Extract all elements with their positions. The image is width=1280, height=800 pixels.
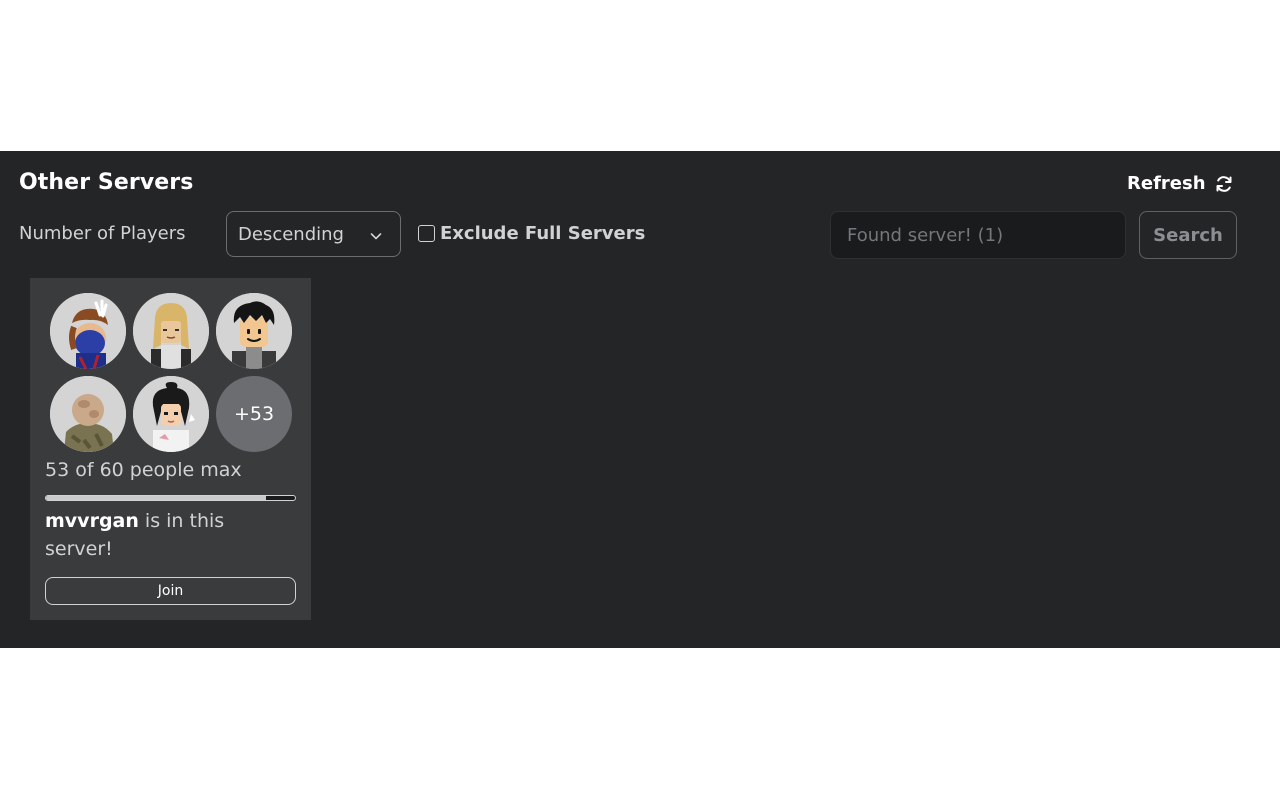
sort-order-value: Descending: [238, 223, 344, 245]
player-avatar-1[interactable]: [50, 293, 126, 369]
sort-order-dropdown[interactable]: Descending: [226, 211, 401, 257]
server-capacity-bar: [45, 495, 296, 501]
refresh-icon: [1214, 174, 1234, 194]
server-search-input[interactable]: Found server! (1): [830, 211, 1126, 259]
more-players-badge: +53: [216, 376, 292, 452]
friend-in-server-message: mvvrgan is in this server!: [45, 507, 295, 563]
player-avatar-4[interactable]: [50, 376, 126, 452]
exclude-full-servers-label: Exclude Full Servers: [440, 223, 646, 244]
friend-name[interactable]: mvvrgan: [45, 510, 139, 532]
server-search-placeholder: Found server! (1): [847, 224, 1004, 246]
server-capacity-fill: [46, 496, 266, 500]
player-avatar-5[interactable]: [133, 376, 209, 452]
page: Other Servers Refresh Number of Players …: [0, 0, 1280, 800]
other-servers-panel: Other Servers Refresh Number of Players …: [0, 151, 1280, 648]
refresh-label: Refresh: [1127, 173, 1206, 194]
section-title: Other Servers: [19, 170, 194, 195]
server-capacity-text: 53 of 60 people max: [45, 459, 242, 481]
player-avatar-2[interactable]: [133, 293, 209, 369]
player-count-filter-label: Number of Players: [19, 223, 186, 244]
search-button[interactable]: Search: [1139, 211, 1237, 259]
server-card: +53 53 of 60 people max mvvrgan is in th…: [30, 278, 311, 620]
player-avatar-3[interactable]: [216, 293, 292, 369]
refresh-button[interactable]: Refresh: [1127, 173, 1234, 194]
exclude-full-servers-toggle[interactable]: Exclude Full Servers: [418, 223, 645, 244]
exclude-full-servers-checkbox[interactable]: [418, 225, 435, 242]
join-button[interactable]: Join: [45, 577, 296, 605]
chevron-down-icon: [369, 227, 383, 248]
